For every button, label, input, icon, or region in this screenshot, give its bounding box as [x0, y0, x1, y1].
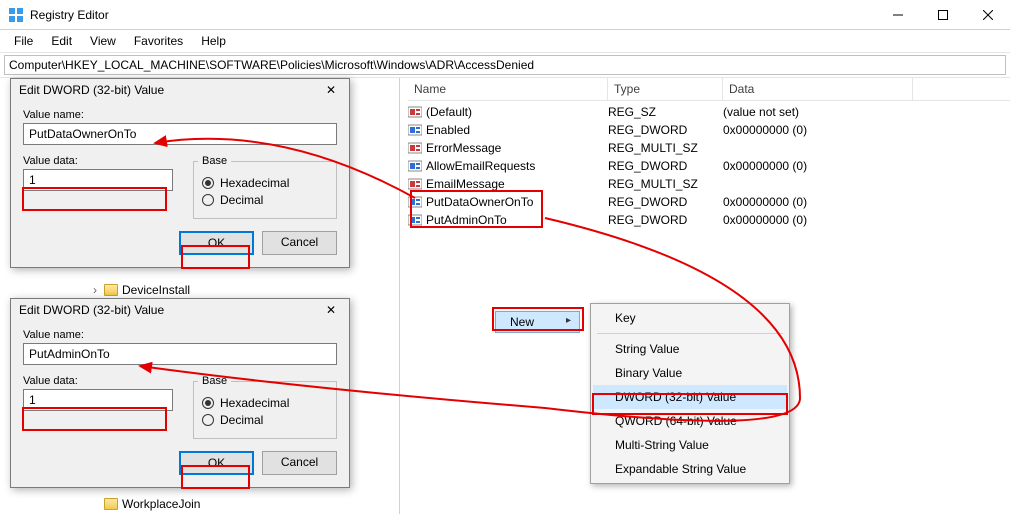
value-type: REG_DWORD: [608, 213, 723, 227]
ok-button[interactable]: OK: [179, 451, 254, 475]
value-name-label: Value name:: [23, 329, 337, 341]
context-new[interactable]: New: [495, 311, 580, 333]
ctx-binary[interactable]: Binary Value: [593, 361, 787, 385]
value-type: REG_MULTI_SZ: [608, 141, 723, 155]
radio-hex[interactable]: Hexadecimal: [202, 176, 328, 190]
ctx-dword[interactable]: DWORD (32-bit) Value: [593, 385, 787, 409]
value-name-input[interactable]: [23, 343, 337, 365]
window-titlebar: Registry Editor: [0, 0, 1010, 30]
value-icon: [408, 195, 422, 209]
ctx-string[interactable]: String Value: [593, 337, 787, 361]
value-type: REG_MULTI_SZ: [608, 177, 723, 191]
base-fieldset: Base Hexadecimal Decimal: [193, 375, 337, 439]
value-type: REG_DWORD: [608, 123, 723, 137]
value-data: 0x00000000 (0): [723, 123, 913, 137]
close-icon[interactable]: ✕: [321, 303, 341, 317]
tree-item[interactable]: ›DeviceInstall: [90, 282, 190, 298]
ctx-key[interactable]: Key: [593, 306, 787, 330]
ok-button[interactable]: OK: [179, 231, 254, 255]
value-data-input[interactable]: [23, 169, 173, 191]
close-button[interactable]: [965, 0, 1010, 29]
dialog-title: Edit DWORD (32-bit) Value: [19, 83, 164, 97]
value-data: 0x00000000 (0): [723, 213, 913, 227]
value-data-label: Value data:: [23, 375, 173, 387]
radio-dec[interactable]: Decimal: [202, 193, 328, 207]
value-name: PutAdminOnTo: [426, 213, 507, 227]
list-row[interactable]: AllowEmailRequests REG_DWORD0x00000000 (0…: [408, 157, 1010, 175]
list-row[interactable]: EmailMessage REG_MULTI_SZ: [408, 175, 1010, 193]
value-icon: [408, 159, 422, 173]
folder-icon: [104, 498, 118, 510]
edit-dword-dialog: Edit DWORD (32-bit) Value ✕ Value name: …: [10, 78, 350, 268]
value-data-label: Value data:: [23, 155, 173, 167]
value-data: 0x00000000 (0): [723, 159, 913, 173]
value-name: AllowEmailRequests: [426, 159, 535, 173]
menu-file[interactable]: File: [6, 32, 41, 50]
edit-dword-dialog: Edit DWORD (32-bit) Value ✕ Value name: …: [10, 298, 350, 488]
list-row[interactable]: (Default) REG_SZ(value not set): [408, 103, 1010, 121]
value-name: ErrorMessage: [426, 141, 501, 155]
list-header: Name Type Data: [408, 78, 1010, 101]
menu-favorites[interactable]: Favorites: [126, 32, 191, 50]
folder-icon: [104, 284, 118, 296]
ctx-expand[interactable]: Expandable String Value: [593, 457, 787, 481]
app-icon: [8, 7, 24, 23]
list-row[interactable]: PutAdminOnTo REG_DWORD0x00000000 (0): [408, 211, 1010, 229]
value-icon: [408, 177, 422, 191]
ctx-qword[interactable]: QWORD (64-bit) Value: [593, 409, 787, 433]
col-header-name[interactable]: Name: [408, 78, 608, 100]
radio-dec[interactable]: Decimal: [202, 413, 328, 427]
menu-view[interactable]: View: [82, 32, 124, 50]
dialog-title: Edit DWORD (32-bit) Value: [19, 303, 164, 317]
list-row[interactable]: PutDataOwnerOnTo REG_DWORD0x00000000 (0): [408, 193, 1010, 211]
value-icon: [408, 123, 422, 137]
list-row[interactable]: ErrorMessage REG_MULTI_SZ: [408, 139, 1010, 157]
close-icon[interactable]: ✕: [321, 83, 341, 97]
value-name-input[interactable]: [23, 123, 337, 145]
addressbar: [0, 52, 1010, 78]
value-type: REG_DWORD: [608, 159, 723, 173]
base-fieldset: Base Hexadecimal Decimal: [193, 155, 337, 219]
separator: [597, 333, 783, 334]
cancel-button[interactable]: Cancel: [262, 451, 337, 475]
address-input[interactable]: [4, 55, 1006, 75]
radio-hex[interactable]: Hexadecimal: [202, 396, 328, 410]
ctx-multi[interactable]: Multi-String Value: [593, 433, 787, 457]
cancel-button[interactable]: Cancel: [262, 231, 337, 255]
list-row[interactable]: Enabled REG_DWORD0x00000000 (0): [408, 121, 1010, 139]
value-icon: [408, 105, 422, 119]
menu-edit[interactable]: Edit: [43, 32, 80, 50]
col-header-data[interactable]: Data: [723, 78, 913, 100]
menubar: File Edit View Favorites Help: [0, 30, 1010, 52]
menu-help[interactable]: Help: [193, 32, 234, 50]
value-name: (Default): [426, 105, 472, 119]
value-name: PutDataOwnerOnTo: [426, 195, 533, 209]
value-data: 0x00000000 (0): [723, 195, 913, 209]
col-header-type[interactable]: Type: [608, 78, 723, 100]
value-icon: [408, 213, 422, 227]
value-name-label: Value name:: [23, 109, 337, 121]
maximize-button[interactable]: [920, 0, 965, 29]
value-data-input[interactable]: [23, 389, 173, 411]
tree-item[interactable]: WorkplaceJoin: [90, 496, 200, 512]
window-title: Registry Editor: [30, 8, 875, 22]
value-icon: [408, 141, 422, 155]
context-menu: Key String Value Binary Value DWORD (32-…: [590, 303, 790, 484]
value-name: Enabled: [426, 123, 470, 137]
minimize-button[interactable]: [875, 0, 920, 29]
value-type: REG_SZ: [608, 105, 723, 119]
value-data: (value not set): [723, 105, 913, 119]
value-type: REG_DWORD: [608, 195, 723, 209]
value-name: EmailMessage: [426, 177, 505, 191]
